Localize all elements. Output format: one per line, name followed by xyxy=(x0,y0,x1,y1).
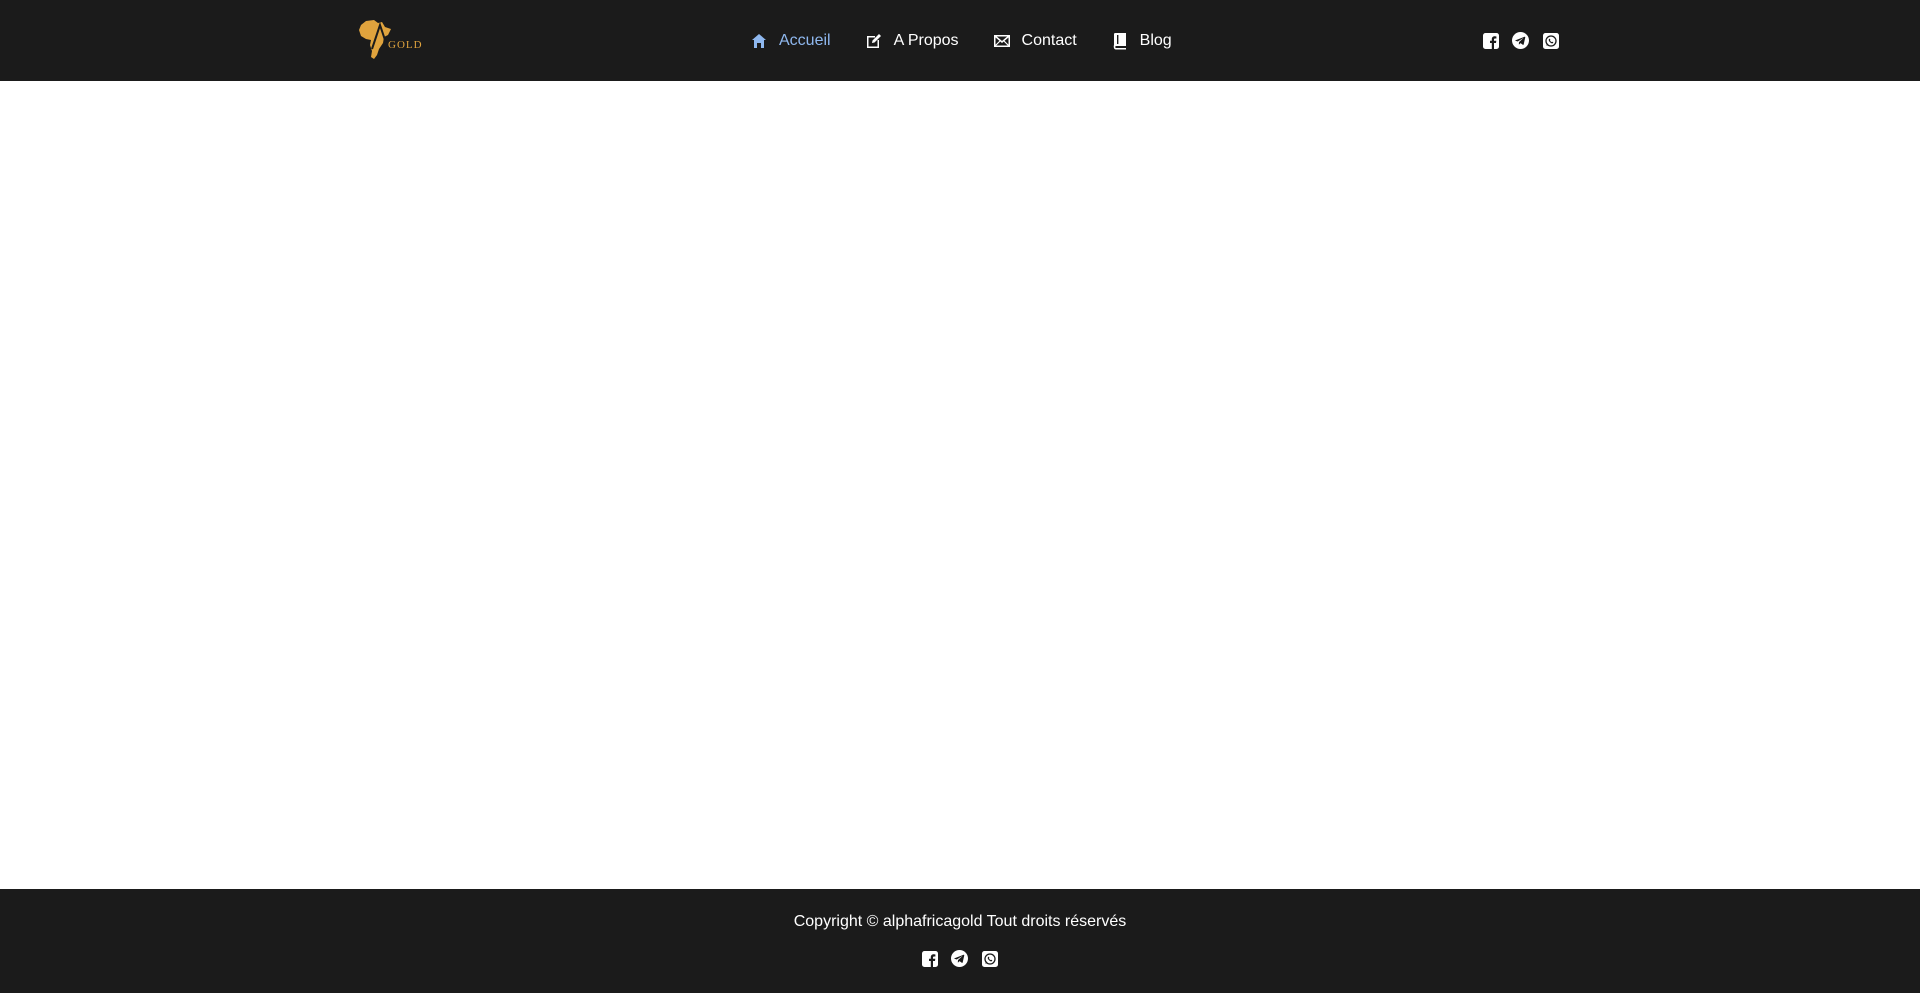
telegram-icon[interactable] xyxy=(951,950,968,967)
nav-label-contact: Contact xyxy=(1021,31,1077,49)
nav-label-a-propos: A Propos xyxy=(893,31,959,49)
nav-item-accueil[interactable]: Accueil xyxy=(750,32,831,50)
whatsapp-icon[interactable] xyxy=(1542,32,1559,49)
nav-item-a-propos[interactable]: A Propos xyxy=(865,32,959,50)
facebook-icon[interactable] xyxy=(921,950,938,967)
footer-social-links xyxy=(921,950,1011,967)
nav-label-accueil: Accueil xyxy=(779,31,831,49)
header-social-links xyxy=(1482,32,1572,49)
main-nav: Accueil A Propos Contact Blog xyxy=(750,0,1206,81)
edit-icon xyxy=(865,32,883,50)
site-footer: Copyright © alphafricagold Tout droits r… xyxy=(0,889,1920,993)
site-header: GOLD Accueil A Propos Contact Blog xyxy=(0,0,1920,81)
page-content xyxy=(0,81,1920,889)
book-icon xyxy=(1111,32,1129,50)
nav-label-blog: Blog xyxy=(1139,31,1172,49)
whatsapp-icon[interactable] xyxy=(981,950,998,967)
envelope-icon xyxy=(993,32,1011,50)
site-logo[interactable]: GOLD xyxy=(358,19,423,61)
copyright-text: Copyright © alphafricagold Tout droits r… xyxy=(793,913,1127,930)
facebook-icon[interactable] xyxy=(1482,32,1499,49)
logo-text: GOLD xyxy=(388,39,423,51)
nav-item-contact[interactable]: Contact xyxy=(993,32,1077,50)
home-icon xyxy=(750,32,768,50)
telegram-icon[interactable] xyxy=(1512,32,1529,49)
nav-item-blog[interactable]: Blog xyxy=(1111,32,1172,50)
